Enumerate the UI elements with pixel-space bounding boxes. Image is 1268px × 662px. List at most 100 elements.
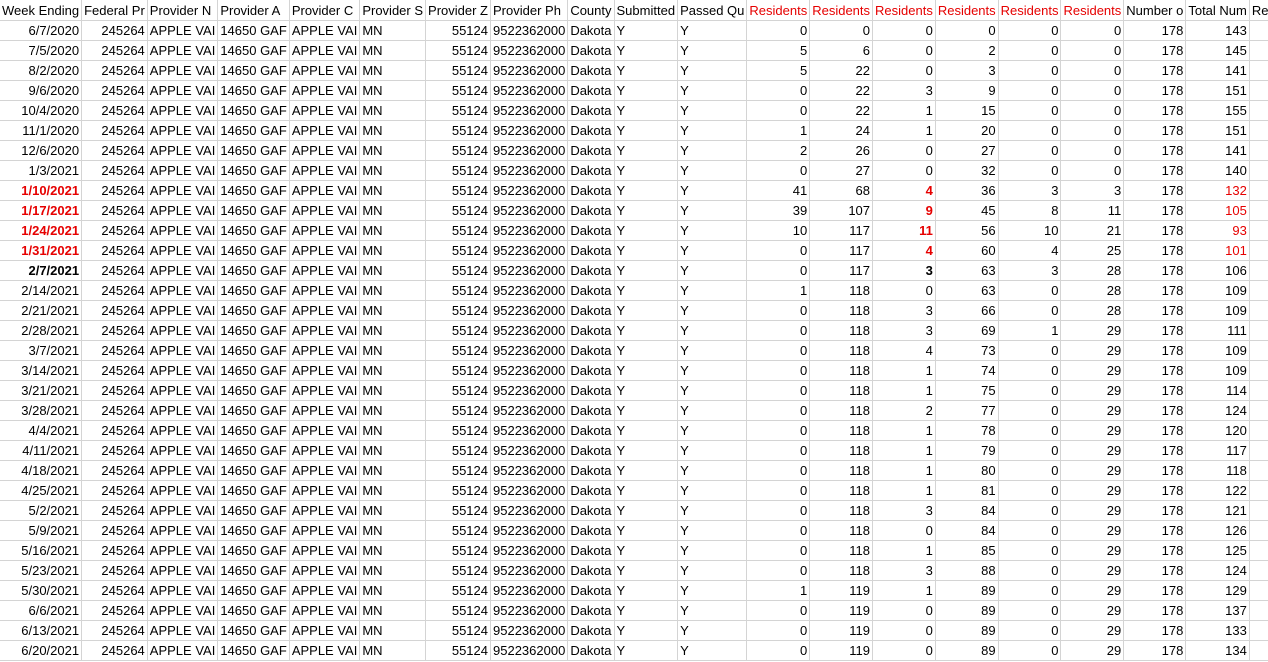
cell-empty[interactable] (1249, 160, 1268, 181)
cell-provider-name[interactable]: APPLE VAI (147, 280, 219, 301)
cell-provider-city[interactable]: APPLE VAI (289, 160, 361, 181)
cell-county[interactable]: Dakota (567, 240, 615, 261)
cell-provider-zip[interactable]: 55124 (425, 280, 491, 301)
cell-provider-name[interactable]: APPLE VAI (147, 380, 219, 401)
cell-r3[interactable]: 4 (872, 340, 936, 361)
cell-provider-address[interactable]: 14650 GAF (217, 200, 290, 221)
cell-provider-zip[interactable]: 55124 (425, 580, 491, 601)
cell-provider-name[interactable]: APPLE VAI (147, 360, 219, 381)
cell-provider-city[interactable]: APPLE VAI (289, 380, 361, 401)
cell-federal[interactable]: 245264 (81, 580, 148, 601)
cell-empty[interactable] (1249, 640, 1268, 661)
cell-provider-zip[interactable]: 55124 (425, 220, 491, 241)
cell-provider-address[interactable]: 14650 GAF (217, 20, 290, 41)
cell-provider-city[interactable]: APPLE VAI (289, 420, 361, 441)
cell-provider-state[interactable]: MN (359, 520, 427, 541)
cell-empty[interactable] (1249, 440, 1268, 461)
cell-r6[interactable]: 0 (1060, 140, 1125, 161)
cell-r6[interactable]: 29 (1060, 600, 1125, 621)
cell-r1[interactable]: 0 (746, 460, 811, 481)
cell-provider-city[interactable]: APPLE VAI (289, 580, 361, 601)
cell-submitted[interactable]: Y (614, 520, 679, 541)
cell-total[interactable]: 122 (1185, 480, 1250, 501)
cell-r2[interactable]: 118 (809, 480, 874, 501)
cell-provider-phone[interactable]: 9522362000 (490, 280, 569, 301)
cell-r4[interactable]: 80 (935, 460, 999, 481)
cell-federal[interactable]: 245264 (81, 320, 148, 341)
cell-empty[interactable] (1249, 280, 1268, 301)
cell-provider-zip[interactable]: 55124 (425, 440, 491, 461)
cell-provider-address[interactable]: 14650 GAF (217, 640, 290, 661)
column-header[interactable]: Residents (809, 0, 874, 21)
cell-total[interactable]: 109 (1185, 300, 1250, 321)
cell-provider-address[interactable]: 14650 GAF (217, 620, 290, 641)
cell-r4[interactable]: 78 (935, 420, 999, 441)
cell-empty[interactable] (1249, 200, 1268, 221)
cell-week[interactable]: 1/3/2021 (0, 160, 83, 181)
cell-total[interactable]: 145 (1185, 40, 1250, 61)
cell-provider-address[interactable]: 14650 GAF (217, 60, 290, 81)
cell-provider-address[interactable]: 14650 GAF (217, 600, 290, 621)
cell-submitted[interactable]: Y (614, 420, 679, 441)
cell-total[interactable]: 124 (1185, 400, 1250, 421)
cell-week[interactable]: 1/10/2021 (0, 180, 83, 201)
cell-federal[interactable]: 245264 (81, 640, 148, 661)
cell-passed[interactable]: Y (677, 140, 748, 161)
cell-r5[interactable]: 0 (998, 140, 1062, 161)
cell-r2[interactable]: 118 (809, 380, 874, 401)
cell-submitted[interactable]: Y (614, 380, 679, 401)
cell-r5[interactable]: 0 (998, 40, 1062, 61)
cell-provider-name[interactable]: APPLE VAI (147, 120, 219, 141)
cell-r1[interactable]: 0 (746, 560, 811, 581)
cell-r3[interactable]: 2 (872, 400, 936, 421)
column-header[interactable]: Number o (1123, 0, 1187, 21)
cell-r1[interactable]: 0 (746, 300, 811, 321)
cell-federal[interactable]: 245264 (81, 620, 148, 641)
cell-provider-phone[interactable]: 9522362000 (490, 200, 569, 221)
cell-total[interactable]: 155 (1185, 100, 1250, 121)
cell-provider-phone[interactable]: 9522362000 (490, 600, 569, 621)
cell-r5[interactable]: 0 (998, 540, 1062, 561)
cell-total[interactable]: 121 (1185, 500, 1250, 521)
cell-r1[interactable]: 0 (746, 160, 811, 181)
cell-federal[interactable]: 245264 (81, 180, 148, 201)
column-header[interactable]: Residents (1060, 0, 1125, 21)
cell-federal[interactable]: 245264 (81, 280, 148, 301)
cell-federal[interactable]: 245264 (81, 80, 148, 101)
cell-r4[interactable]: 69 (935, 320, 999, 341)
cell-total[interactable]: 137 (1185, 600, 1250, 621)
cell-r1[interactable]: 0 (746, 520, 811, 541)
cell-provider-name[interactable]: APPLE VAI (147, 220, 219, 241)
cell-provider-phone[interactable]: 9522362000 (490, 80, 569, 101)
cell-week[interactable]: 7/5/2020 (0, 40, 83, 61)
cell-week[interactable]: 2/14/2021 (0, 280, 83, 301)
cell-total[interactable]: 141 (1185, 140, 1250, 161)
cell-r1[interactable]: 0 (746, 620, 811, 641)
cell-r5[interactable]: 0 (998, 80, 1062, 101)
cell-provider-name[interactable]: APPLE VAI (147, 40, 219, 61)
cell-week[interactable]: 2/28/2021 (0, 320, 83, 341)
cell-provider-state[interactable]: MN (359, 500, 427, 521)
cell-submitted[interactable]: Y (614, 340, 679, 361)
cell-federal[interactable]: 245264 (81, 480, 148, 501)
cell-r5[interactable]: 0 (998, 440, 1062, 461)
cell-total[interactable]: 151 (1185, 80, 1250, 101)
cell-total[interactable]: 109 (1185, 280, 1250, 301)
cell-passed[interactable]: Y (677, 460, 748, 481)
cell-provider-state[interactable]: MN (359, 240, 427, 261)
cell-r3[interactable]: 3 (872, 80, 936, 101)
cell-r2[interactable]: 24 (809, 120, 874, 141)
cell-submitted[interactable]: Y (614, 320, 679, 341)
cell-r2[interactable]: 118 (809, 460, 874, 481)
cell-federal[interactable]: 245264 (81, 60, 148, 81)
cell-provider-city[interactable]: APPLE VAI (289, 620, 361, 641)
cell-submitted[interactable]: Y (614, 480, 679, 501)
cell-provider-name[interactable]: APPLE VAI (147, 600, 219, 621)
cell-provider-city[interactable]: APPLE VAI (289, 480, 361, 501)
cell-total[interactable]: 117 (1185, 440, 1250, 461)
cell-submitted[interactable]: Y (614, 120, 679, 141)
cell-provider-zip[interactable]: 55124 (425, 260, 491, 281)
cell-r3[interactable]: 1 (872, 100, 936, 121)
cell-r2[interactable]: 118 (809, 320, 874, 341)
cell-r2[interactable]: 68 (809, 180, 874, 201)
